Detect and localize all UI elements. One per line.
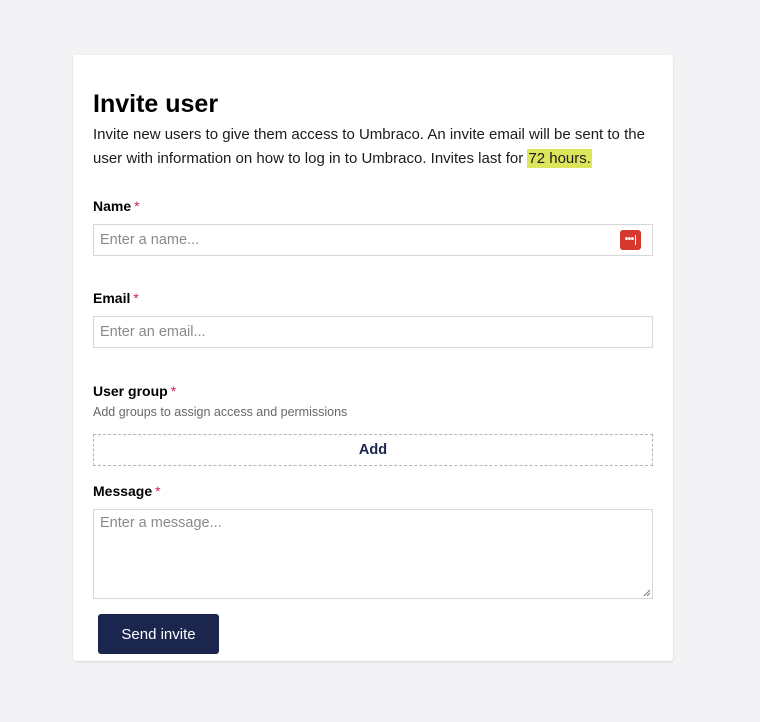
send-invite-button[interactable]: Send invite (98, 614, 219, 654)
add-user-group-button[interactable]: Add (93, 434, 653, 466)
user-group-label-text: User group (93, 383, 168, 399)
required-marker: * (133, 290, 139, 306)
name-label-text: Name (93, 198, 132, 214)
name-input[interactable] (94, 225, 652, 255)
password-manager-dots: ••• (624, 234, 635, 245)
invite-duration-highlight: 72 hours. (527, 149, 592, 168)
email-label: Email * (93, 289, 653, 307)
user-group-label: User group * (93, 382, 653, 400)
required-marker: * (134, 198, 140, 214)
password-manager-bar (634, 235, 637, 245)
message-textarea[interactable] (94, 510, 652, 598)
name-field: ••• (93, 224, 653, 256)
resize-handle-icon[interactable] (643, 589, 651, 597)
required-marker: * (170, 383, 177, 399)
password-manager-icon[interactable]: ••• (620, 230, 641, 250)
intro-text: Invite new users to give them access to … (93, 123, 653, 171)
user-group-description: Add groups to assign access and permissi… (93, 405, 348, 419)
message-group: Message * (93, 482, 653, 599)
message-label-text: Message (93, 483, 153, 499)
message-field (93, 509, 653, 599)
name-group: Name* ••• (93, 197, 653, 256)
message-label: Message * (93, 482, 653, 500)
email-group: Email * (93, 289, 653, 348)
email-field (93, 316, 653, 348)
email-label-text: Email (93, 290, 131, 306)
required-marker: * (155, 483, 161, 499)
email-input[interactable] (94, 317, 652, 347)
name-label: Name * (93, 197, 653, 215)
page-title: Invite user (93, 90, 219, 118)
user-group-group: User group * Add groups to assign access … (93, 382, 653, 466)
invite-user-card: Invite user Invite new users to give the… (73, 55, 673, 661)
